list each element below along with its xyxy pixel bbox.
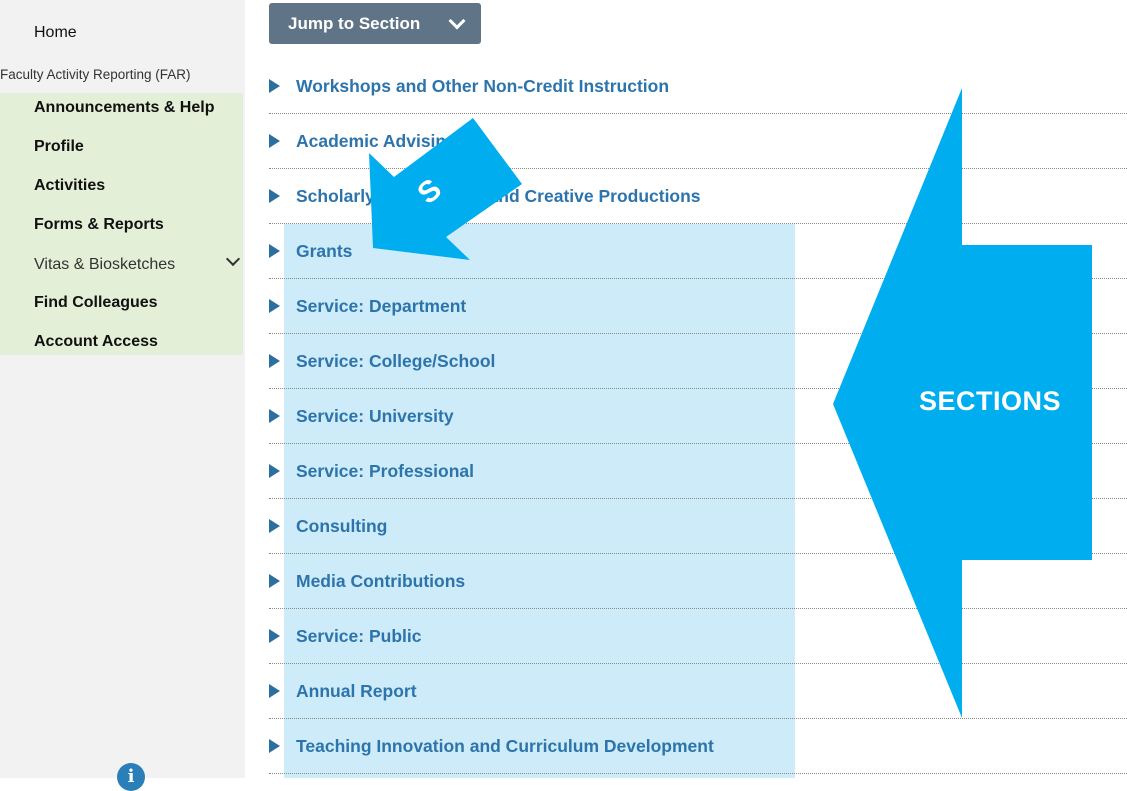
- section-row[interactable]: Academic Advising: [269, 114, 1127, 169]
- section-label: Service: University: [296, 406, 454, 426]
- section-row[interactable]: Workshops and Other Non-Credit Instructi…: [269, 59, 1127, 114]
- section-label: Teaching Innovation and Curriculum Devel…: [296, 736, 714, 756]
- sidebar: Home Faculty Activity Reporting (FAR) An…: [0, 0, 245, 791]
- section-label: Consulting: [296, 516, 388, 536]
- section-row[interactable]: Service: Public: [269, 609, 1127, 664]
- expand-triangle-icon: [269, 409, 280, 423]
- section-label: Academic Advising: [296, 131, 457, 151]
- section-row[interactable]: Media Contributions: [269, 554, 1127, 609]
- nav-item-vitas-biosketches[interactable]: Vitas & Biosketches: [34, 256, 175, 274]
- jump-to-section-button[interactable]: Jump to Section: [269, 3, 481, 44]
- nav-item-activities[interactable]: Activities: [34, 177, 105, 195]
- jump-to-section-label: Jump to Section: [288, 14, 421, 33]
- expand-triangle-icon: [269, 79, 280, 93]
- nav-home-link[interactable]: Home: [34, 24, 77, 42]
- expand-triangle-icon: [269, 354, 280, 368]
- expand-triangle-icon: [269, 244, 280, 258]
- nav-item-forms-reports[interactable]: Forms & Reports: [34, 216, 164, 234]
- nav-far-link[interactable]: Faculty Activity Reporting (FAR): [0, 67, 191, 82]
- section-row[interactable]: Annual Report: [269, 664, 1127, 719]
- section-label: Annual Report: [296, 681, 417, 701]
- nav-item-find-colleagues[interactable]: Find Colleagues: [34, 294, 158, 312]
- expand-triangle-icon: [269, 299, 280, 313]
- nav-item-account-access[interactable]: Account Access: [34, 333, 158, 351]
- expand-triangle-icon: [269, 684, 280, 698]
- section-label: Service: Professional: [296, 461, 474, 481]
- chevron-down-icon: [448, 12, 466, 30]
- section-row[interactable]: Teaching Innovation and Curriculum Devel…: [269, 719, 1127, 774]
- nav-item-profile[interactable]: Profile: [34, 138, 84, 156]
- expand-triangle-icon: [269, 519, 280, 533]
- expand-triangle-icon: [269, 134, 280, 148]
- section-row[interactable]: Service: Department: [269, 279, 1127, 334]
- section-label: Service: Public: [296, 626, 422, 646]
- nav-item-announcements[interactable]: Announcements & Help: [34, 99, 214, 117]
- section-row[interactable]: Consulting: [269, 499, 1127, 554]
- section-label: Service: College/School: [296, 351, 496, 371]
- section-row[interactable]: Grants: [269, 224, 1127, 279]
- section-label: Service: Department: [296, 296, 467, 316]
- expand-triangle-icon: [269, 629, 280, 643]
- section-row[interactable]: Scholarly Publications and Creative Prod…: [269, 169, 1127, 224]
- section-row[interactable]: Service: College/School: [269, 334, 1127, 389]
- expand-triangle-icon: [269, 739, 280, 753]
- section-row[interactable]: Service: Professional: [269, 444, 1127, 499]
- sections-annotation-label: SECTIONS: [919, 386, 1062, 416]
- expand-triangle-icon: [269, 189, 280, 203]
- section-label: Scholarly Publications and Creative Prod…: [296, 186, 701, 206]
- section-label: Media Contributions: [296, 571, 466, 591]
- info-icon[interactable]: i: [117, 763, 145, 791]
- section-label: Workshops and Other Non-Credit Instructi…: [296, 76, 670, 96]
- expand-triangle-icon: [269, 464, 280, 478]
- section-label: Grants: [296, 241, 353, 261]
- expand-triangle-icon: [269, 574, 280, 588]
